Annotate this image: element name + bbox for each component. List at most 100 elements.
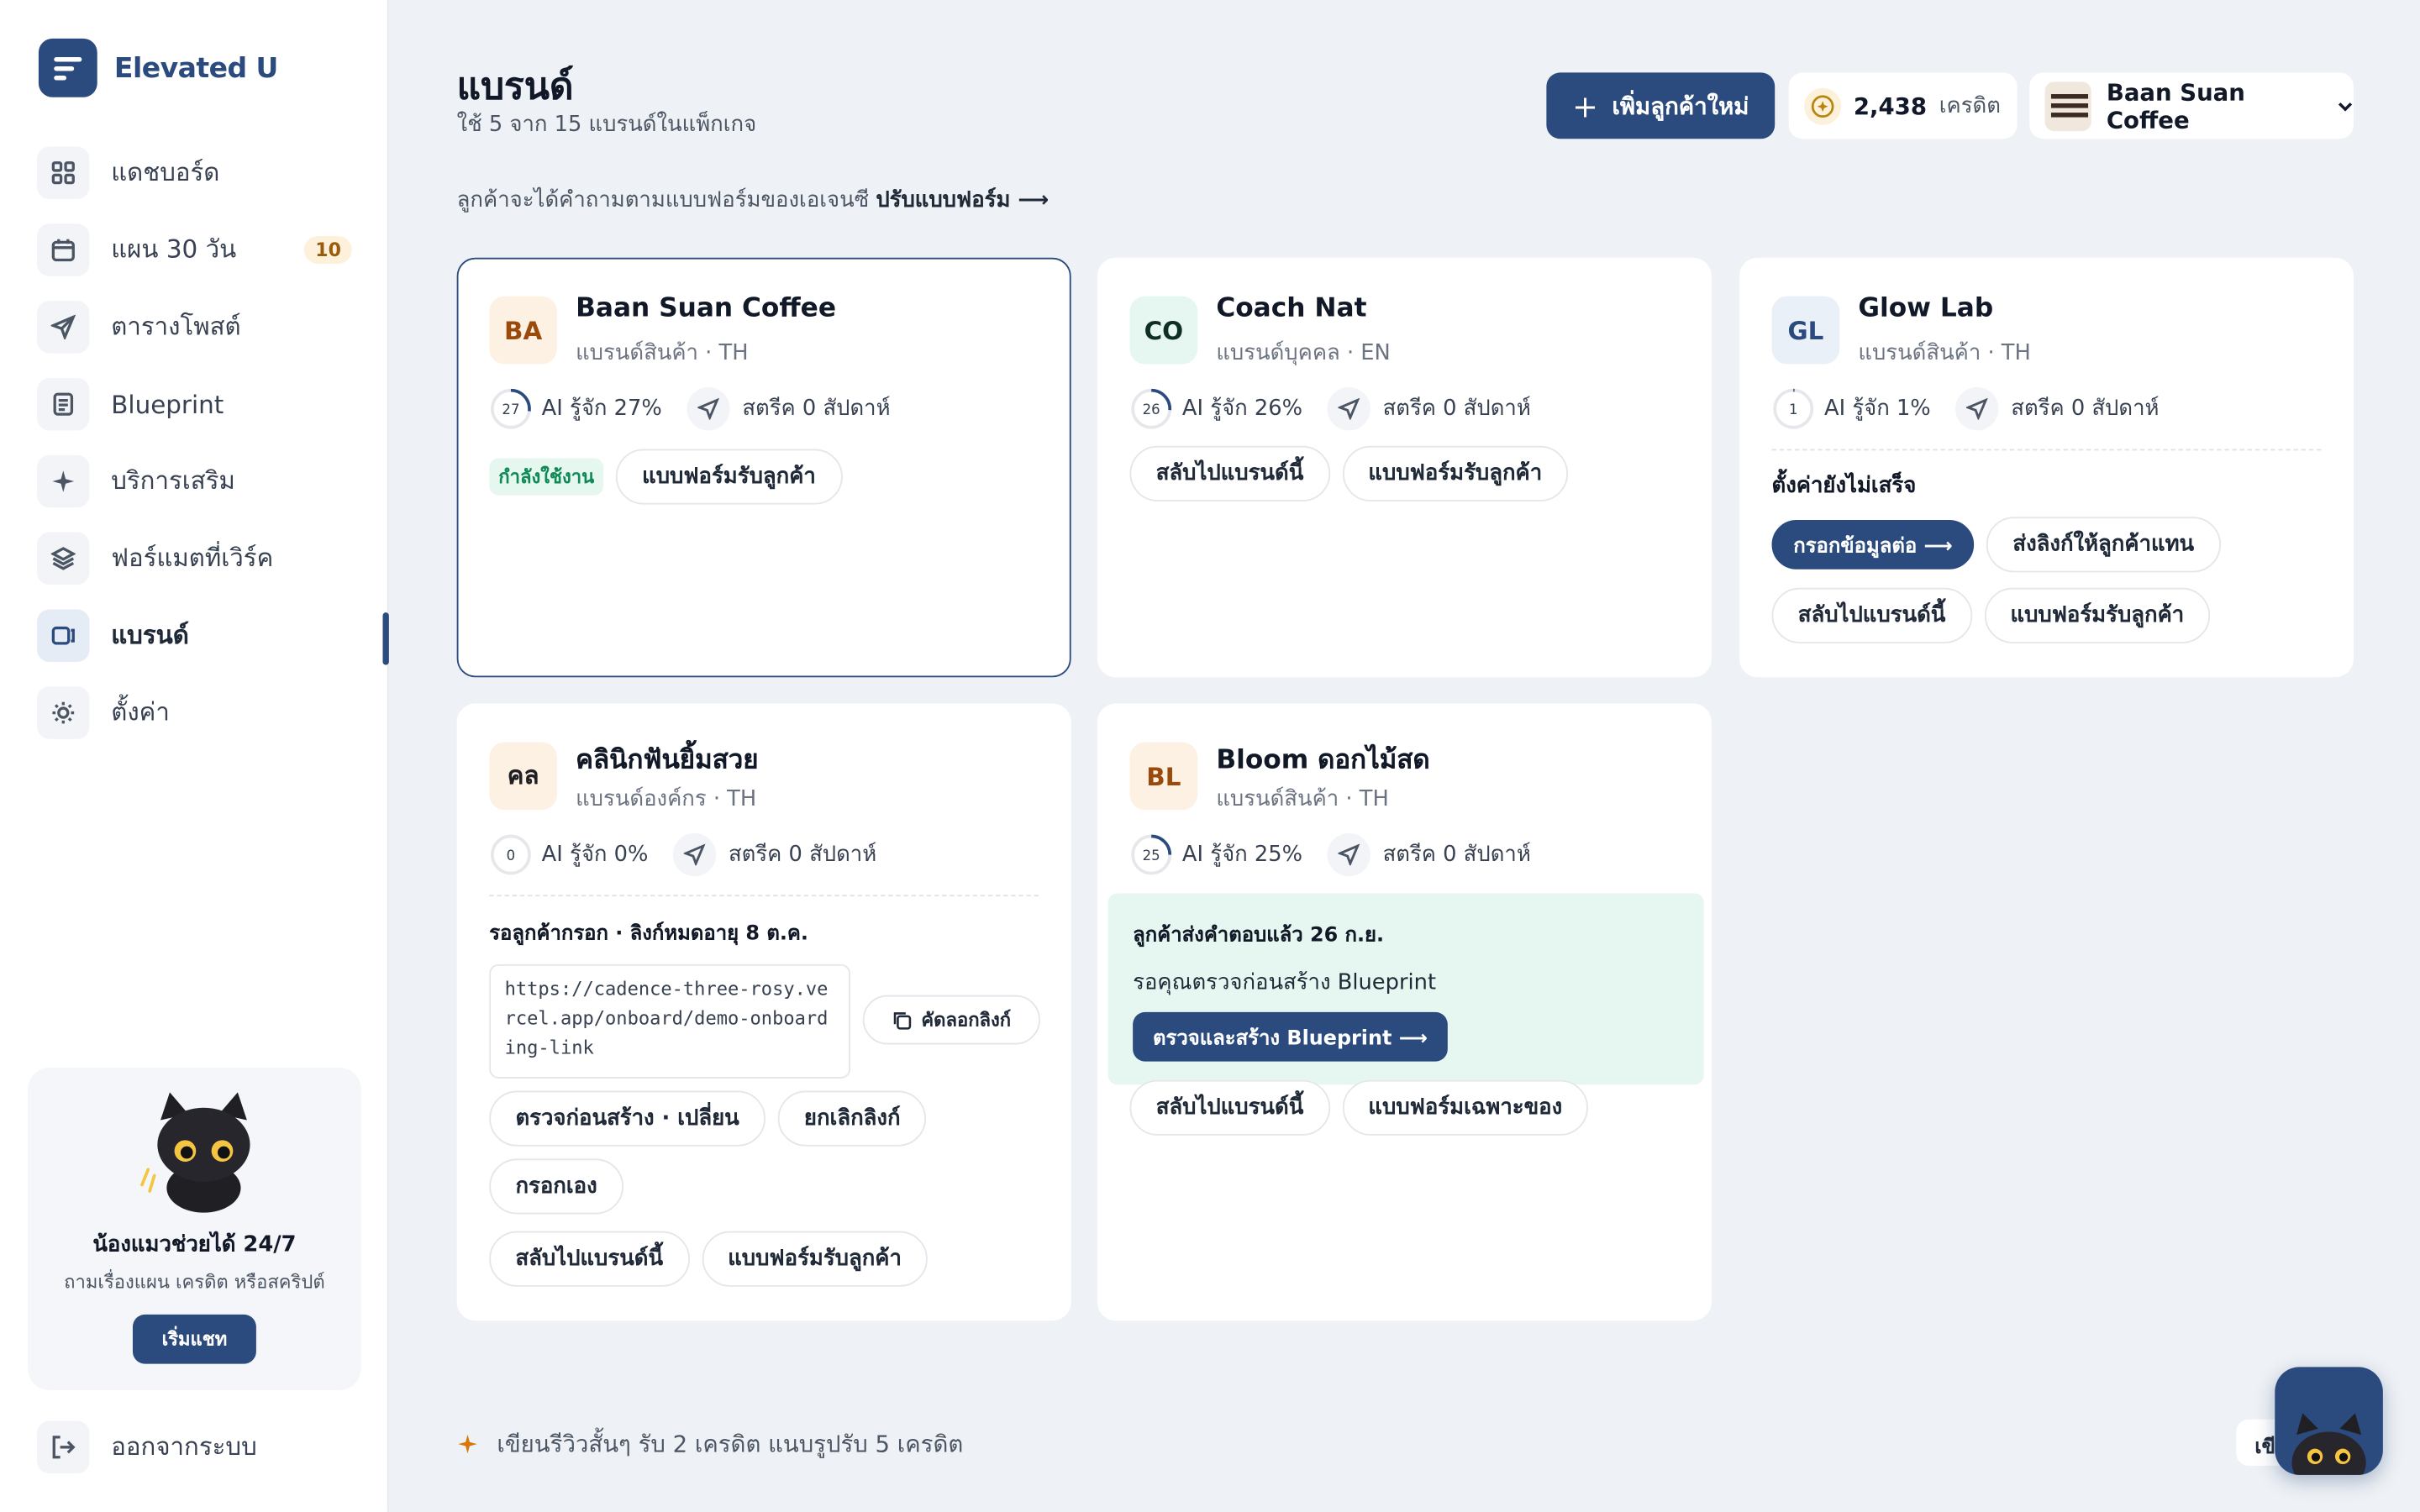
- sidebar-item-settings[interactable]: ตั้งค่า: [37, 686, 361, 739]
- review-before-create-button[interactable]: ตรวจก่อนสร้าง · เปลี่ยน: [489, 1090, 765, 1147]
- sidebar-item-label: บริการเสริม: [111, 465, 235, 495]
- link-actions: ตรวจก่อนสร้าง · เปลี่ยน ยกเลิกลิงก์: [489, 1090, 927, 1147]
- ai-progress-ring: 1: [1773, 388, 1814, 429]
- card-actions: สลับไปแบรนด์นี้ แบบฟอร์มเฉพาะของ: [1129, 1079, 1589, 1136]
- sparkle-icon: [458, 1434, 477, 1454]
- waiting-for-client-title: รอลูกค้ากรอก · ลิงก์หมดอายุ 8 ต.ค.: [489, 922, 808, 946]
- sparkle-icon: [37, 454, 90, 508]
- svg-text:1: 1: [1789, 402, 1798, 417]
- start-chat-button[interactable]: เริ่มแชท: [132, 1314, 256, 1364]
- review-reward-text: เขียนรีวิวสั้นๆ รับ 2 เครดิต แนบรูปรับ 5…: [497, 1430, 964, 1458]
- sidebar-item-label: แบรนด์: [111, 619, 189, 649]
- adjust-form-link[interactable]: ปรับแบบฟอร์ม ⟶: [876, 188, 1049, 213]
- link-actions-2: กรอกเอง: [489, 1158, 623, 1215]
- credits-value: 2,438: [1853, 92, 1928, 120]
- brand-card[interactable]: BA Baan Suan Coffee แบรนด์สินค้า · TH 27…: [456, 257, 1071, 678]
- review-reward-note[interactable]: เขียนรีวิวสั้นๆ รับ 2 เครดิต แนบรูปรับ 5…: [457, 1425, 964, 1462]
- chat-fab-button[interactable]: [2275, 1367, 2383, 1475]
- ai-knowledge-label: AI รู้จัก 26%: [1181, 396, 1303, 422]
- calendar-icon: [37, 223, 90, 276]
- card-actions: สลับไปแบรนด์นี้ แบบฟอร์มรับลูกค้า: [489, 1231, 929, 1287]
- logo-icon: [38, 38, 97, 97]
- form-hint-text: ลูกค้าจะได้คำถามตามแบบฟอร์มของเอเจนซี: [456, 188, 870, 213]
- page-title: แบรนด์: [456, 65, 574, 108]
- brand-name: Coach Nat: [1216, 292, 1367, 324]
- client-form-button[interactable]: แบบฟอร์มรับลูกค้า: [1342, 445, 1569, 501]
- ai-progress-ring: 25: [1131, 834, 1172, 875]
- answers-received-notice: ลูกค้าส่งคำตอบแล้ว 26 ก.ย. รอคุณตรวจก่อน…: [1107, 893, 1704, 1085]
- plus-icon: +: [1572, 87, 1598, 124]
- brand-meta: แบรนด์บุคคล · EN: [1216, 340, 1391, 366]
- sidebar-item-label: แผน 30 วัน: [111, 234, 237, 264]
- switch-brand-button[interactable]: สลับไปแบรนด์นี้: [1771, 587, 1972, 643]
- ai-knowledge-label: AI รู้จัก 1%: [1823, 396, 1931, 422]
- continue-setup-button[interactable]: กรอกข้อมูลต่อ ⟶: [1771, 519, 1975, 570]
- brand-card[interactable]: GL Glow Lab แบรนด์สินค้า · TH 1 AI รู้จั…: [1739, 257, 2354, 678]
- brand-logo-icon: [2044, 81, 2091, 131]
- logout-button[interactable]: ออกจากระบบ: [37, 1420, 257, 1474]
- ai-knowledge-label: AI รู้จัก 25%: [1181, 842, 1303, 868]
- send-icon: [37, 301, 90, 354]
- brand-card[interactable]: คล คลินิกฟันยิ้มสวย แบรนด์องค์กร · TH 0 …: [456, 703, 1071, 1321]
- onboarding-link-field[interactable]: https://cadence-three-rosy.vercel.app/on…: [489, 963, 851, 1079]
- sidebar-item-label: ตารางโพสต์: [111, 311, 241, 340]
- sidebar-item-formats[interactable]: ฟอร์แมตที่เวิร์ค: [37, 532, 361, 585]
- app-logo[interactable]: Elevated U: [38, 38, 278, 97]
- grid-icon: [37, 146, 90, 199]
- current-brand-name: Baan Suan Coffee: [2106, 77, 2245, 134]
- setup-incomplete-title: ตั้งค่ายังไม่เสร็จ: [1771, 473, 1917, 499]
- send-icon: [687, 387, 730, 431]
- coin-icon: [1804, 87, 1842, 124]
- status-badge: กำลังใช้งาน: [489, 458, 604, 496]
- sidebar-item-add-ons[interactable]: บริการเสริม: [37, 454, 361, 508]
- brand-switcher-dropdown[interactable]: Baan Suan Coffee: [2029, 72, 2354, 139]
- brand-name: คลินิกฟันยิ้มสวย: [576, 745, 759, 776]
- add-client-button[interactable]: + เพิ่มลูกค้าใหม่: [1546, 72, 1776, 139]
- switch-brand-button[interactable]: สลับไปแบรนด์นี้: [1129, 445, 1330, 501]
- send-icon: [1327, 832, 1370, 877]
- logout-icon: [37, 1420, 90, 1474]
- sidebar-nav: แดชบอร์ด แผน 30 วัน 10 ตารางโพสต์ Bluepr…: [37, 146, 361, 764]
- brand-meta: แบรนด์สินค้า · TH: [1858, 340, 2031, 366]
- send-link-to-client-button[interactable]: ส่งลิงก์ให้ลูกค้าแทน: [1986, 517, 2221, 573]
- client-form-button[interactable]: แบบฟอร์มรับลูกค้า: [615, 449, 843, 505]
- streak-label: สตรีค 0 สัปดาห์: [1382, 396, 1531, 422]
- switch-brand-button[interactable]: สลับไปแบรนด์นี้: [1129, 1079, 1330, 1136]
- streak-label: สตรีค 0 สัปดาห์: [742, 396, 891, 422]
- divider: [1771, 449, 2322, 451]
- streak-label: สตรีค 0 สัปดาห์: [728, 842, 877, 868]
- client-form-button[interactable]: แบบฟอร์มรับลูกค้า: [1984, 587, 2211, 643]
- ai-progress-ring: 0: [491, 834, 531, 875]
- brand-stats: 0 AI รู้จัก 0% สตรีค 0 สัปดาห์: [489, 832, 877, 877]
- brand-avatar: GL: [1771, 296, 1840, 365]
- card-actions: สลับไปแบรนด์นี้ แบบฟอร์มรับลูกค้า: [1129, 445, 1569, 501]
- sidebar-item-blueprint[interactable]: Blueprint: [37, 377, 361, 431]
- custom-form-button[interactable]: แบบฟอร์มเฉพาะของ: [1342, 1079, 1589, 1136]
- credits-display[interactable]: 2,438 เครดิต: [1788, 72, 2018, 139]
- brand-avatar: BA: [489, 296, 558, 365]
- brand-name: Glow Lab: [1858, 292, 1994, 324]
- cancel-link-button[interactable]: ยกเลิกลิงก์: [777, 1090, 927, 1147]
- sidebar-item-30-day-plan[interactable]: แผน 30 วัน 10: [37, 223, 361, 276]
- notice-title: ลูกค้าส่งคำตอบแล้ว 26 ก.ย.: [1133, 924, 1385, 948]
- brand-stats: 1 AI รู้จัก 1% สตรีค 0 สัปดาห์: [1772, 387, 2159, 431]
- review-and-create-blueprint-button[interactable]: ตรวจและสร้าง Blueprint ⟶: [1133, 1011, 1448, 1062]
- svg-text:25: 25: [1143, 848, 1160, 864]
- sidebar-item-dashboard[interactable]: แดชบอร์ด: [37, 146, 361, 199]
- sidebar-item-brands[interactable]: แบรนด์: [37, 609, 361, 662]
- notice-subtitle: รอคุณตรวจก่อนสร้าง Blueprint: [1133, 970, 1437, 995]
- credits-unit: เครดิต: [1939, 93, 2001, 118]
- fill-myself-button[interactable]: กรอกเอง: [489, 1158, 623, 1215]
- switch-brand-button[interactable]: สลับไปแบรนด์นี้: [489, 1231, 690, 1287]
- brand-card[interactable]: CO Coach Nat แบรนด์บุคคล · EN 26 AI รู้จ…: [1097, 257, 1712, 678]
- client-form-button[interactable]: แบบฟอร์มรับลูกค้า: [701, 1231, 929, 1287]
- svg-text:26: 26: [1143, 402, 1160, 417]
- brand-card[interactable]: BL Bloom ดอกไม้สด แบรนด์สินค้า · TH 25 A…: [1097, 703, 1712, 1321]
- ai-knowledge-label: AI รู้จัก 27%: [541, 396, 662, 422]
- brand-meta: แบรนด์องค์กร · TH: [576, 786, 757, 812]
- sidebar-item-post-schedule[interactable]: ตารางโพสต์: [37, 301, 361, 354]
- copy-link-button[interactable]: คัดลอกลิงก์: [862, 995, 1040, 1045]
- brand-avatar: คล: [489, 742, 558, 811]
- send-icon: [672, 832, 717, 877]
- brand-stats: 26 AI รู้จัก 26% สตรีค 0 สัปดาห์: [1129, 387, 1531, 431]
